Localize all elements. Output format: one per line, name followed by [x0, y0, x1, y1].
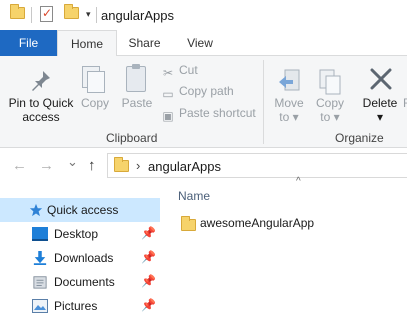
- file-list: ^ Name awesomeAngularApp: [160, 176, 407, 322]
- folder-icon: [10, 4, 25, 19]
- nav-item-documents[interactable]: Documents 📌: [0, 270, 160, 294]
- documents-icon: [33, 276, 47, 289]
- nav-item-pictures[interactable]: Pictures 📌: [0, 294, 160, 318]
- copy-path-button[interactable]: ▭ Copy path: [161, 84, 234, 101]
- cut-label: Cut: [179, 63, 198, 77]
- copy-to-icon: [319, 69, 341, 95]
- properties-button[interactable]: [40, 6, 53, 22]
- nav-item-label: Downloads: [54, 251, 114, 265]
- delete-button[interactable]: Delete ▾: [360, 96, 400, 124]
- tab-file[interactable]: File: [0, 30, 57, 56]
- column-header-name[interactable]: Name: [178, 189, 210, 203]
- paste-shortcut-label: Paste shortcut: [179, 106, 256, 120]
- copy-label: Copy: [80, 96, 109, 110]
- copy-path-icon: ▭: [162, 87, 174, 101]
- list-item[interactable]: awesomeAngularApp: [178, 214, 398, 234]
- forward-button[interactable]: →: [39, 157, 54, 174]
- navigation-pane: Quick access Desktop 📌 Downloads 📌 Docum…: [0, 182, 160, 322]
- organize-group-label: Organize: [335, 131, 384, 145]
- desktop-icon: [32, 227, 48, 241]
- group-divider: [263, 60, 264, 144]
- download-icon: [33, 251, 47, 265]
- delete-label: Delete: [362, 96, 398, 110]
- pin-icon[interactable]: 📌: [141, 274, 156, 288]
- pin-icon: [32, 71, 50, 91]
- paste-shortcut-button[interactable]: ▣ Paste shortcut: [161, 106, 256, 123]
- ribbon-tabs: File Home Share View: [0, 30, 407, 57]
- breadcrumb-path[interactable]: angularApps: [148, 159, 221, 174]
- tab-home[interactable]: Home: [57, 30, 117, 57]
- pin-label-line2: access: [22, 110, 60, 124]
- address-bar[interactable]: › angularApps: [107, 153, 407, 178]
- copy-button[interactable]: Copy: [78, 96, 112, 110]
- sort-ascending-icon: ^: [296, 176, 301, 187]
- copy-to-label-line1: Copy: [315, 96, 344, 110]
- folder-icon: [181, 216, 196, 231]
- copy-icon-front: [87, 71, 105, 93]
- nav-item-desktop[interactable]: Desktop 📌: [0, 222, 160, 246]
- nav-item-label: Documents: [54, 275, 115, 289]
- copy-to-label-line2: to: [320, 110, 331, 124]
- toolbar-divider: [96, 7, 97, 23]
- paste-label: Paste: [121, 96, 153, 110]
- title-bar: ▾ angularApps: [0, 0, 407, 30]
- delete-icon: [370, 68, 392, 90]
- nav-item-label: Pictures: [54, 299, 98, 313]
- tab-view[interactable]: View: [172, 30, 228, 56]
- nav-item-quick-access[interactable]: Quick access: [0, 198, 160, 222]
- nav-item-downloads[interactable]: Downloads 📌: [0, 246, 160, 270]
- rename-button-clipped[interactable]: R: [403, 96, 407, 110]
- chevron-down-icon: ▾: [292, 110, 299, 124]
- ribbon: Pin to Quick access Copy Paste ✂ Cut ▭ Cop…: [0, 56, 407, 148]
- move-to-button[interactable]: Move to ▾: [270, 96, 308, 124]
- move-to-label-line1: Move: [274, 96, 304, 110]
- pin-label-line1: Pin to Quick: [8, 96, 74, 110]
- up-button[interactable]: ↑: [88, 157, 96, 174]
- nav-item-label: Quick access: [47, 203, 119, 217]
- new-folder-button[interactable]: [64, 4, 79, 19]
- properties-icon: [40, 6, 53, 22]
- back-button[interactable]: ←: [12, 157, 27, 174]
- copy-path-label: Copy path: [179, 84, 234, 98]
- recent-locations-button[interactable]: ⌄: [67, 154, 78, 170]
- pictures-icon: [32, 299, 48, 313]
- folder-icon: [114, 157, 129, 172]
- new-folder-icon: [64, 4, 79, 19]
- tab-share[interactable]: Share: [117, 30, 172, 56]
- nav-item-label: Desktop: [54, 227, 99, 241]
- file-name: awesomeAngularApp: [200, 216, 315, 230]
- copy-to-button[interactable]: Copy to ▾: [311, 96, 349, 124]
- pin-to-quick-access-button[interactable]: Pin to Quick access: [4, 96, 78, 124]
- move-to-label-line2: to: [279, 110, 290, 124]
- paste-icon: [126, 64, 146, 92]
- pin-icon[interactable]: 📌: [141, 298, 156, 312]
- star-icon: [29, 203, 43, 217]
- paste-shortcut-icon: ▣: [162, 109, 174, 123]
- chevron-down-icon: ▾: [333, 110, 340, 124]
- window-title: angularApps: [101, 8, 174, 23]
- scissors-icon: ✂: [162, 66, 174, 80]
- pin-icon[interactable]: 📌: [141, 250, 156, 264]
- toolbar-divider: [31, 7, 32, 23]
- customize-quick-access-button[interactable]: ▾: [86, 9, 91, 19]
- chevron-down-icon: ▾: [376, 110, 384, 124]
- cut-button[interactable]: ✂ Cut: [161, 63, 198, 80]
- clipboard-group-label: Clipboard: [106, 131, 158, 145]
- move-to-icon: [279, 69, 300, 91]
- paste-button[interactable]: Paste: [118, 96, 156, 110]
- pin-icon[interactable]: 📌: [141, 226, 156, 240]
- breadcrumb-chevron-icon[interactable]: ›: [136, 158, 140, 173]
- address-bar-row: ← → ⌄ ↑ › angularApps: [0, 148, 407, 182]
- chevron-down-icon: ▾: [86, 9, 91, 19]
